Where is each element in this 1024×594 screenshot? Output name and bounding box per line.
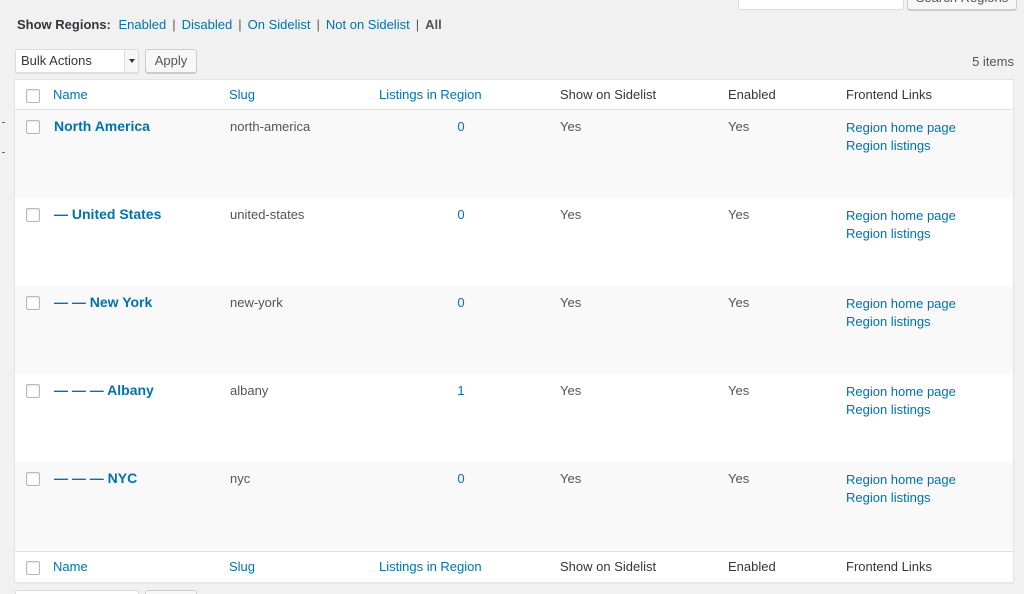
region-home-page-link[interactable]: Region home page <box>846 383 956 401</box>
filter-enabled-link[interactable]: Enabled <box>119 17 167 32</box>
region-name-link[interactable]: — — New York <box>54 294 152 310</box>
regions-admin-page: Search Regions Show Regions: Enabled | Dis… <box>0 0 1024 594</box>
frontend-links: Region home page Region listings <box>846 207 956 243</box>
apply-button[interactable]: Apply <box>145 49 197 73</box>
region-listings-link[interactable]: Region listings <box>846 225 956 243</box>
region-home-page-link[interactable]: Region home page <box>846 119 956 137</box>
region-enabled-value: Yes <box>728 295 750 310</box>
region-enabled-value: Yes <box>728 471 750 486</box>
frontend-links: Region home page Region listings <box>846 119 956 155</box>
column-slug-header[interactable]: Slug <box>229 87 255 102</box>
region-sidelist-value: Yes <box>560 295 582 310</box>
filter-not-on-sidelist-link[interactable]: Not on Sidelist <box>326 17 410 32</box>
row-checkbox[interactable] <box>26 296 40 310</box>
column-listings-footer[interactable]: Listings in Region <box>379 559 482 574</box>
region-listings-link[interactable]: Region listings <box>846 137 956 155</box>
filter-all-current: All <box>425 17 442 32</box>
region-sidelist-value: Yes <box>560 119 582 134</box>
apply-button-bottom[interactable] <box>145 590 197 594</box>
region-slug: north-america <box>230 119 311 134</box>
edge-mark <box>2 122 5 123</box>
row-checkbox[interactable] <box>26 472 40 486</box>
bulk-actions-selected: Bulk Actions <box>21 53 92 68</box>
column-enabled-footer: Enabled <box>728 559 776 574</box>
region-slug: nyc <box>230 471 251 486</box>
region-listings-count[interactable]: 0 <box>441 119 481 134</box>
select-all-checkbox-footer[interactable] <box>26 561 40 575</box>
row-checkbox[interactable] <box>26 120 40 134</box>
column-slug-footer[interactable]: Slug <box>229 559 255 574</box>
region-name-link[interactable]: — — — Albany <box>54 382 154 398</box>
bulk-actions-select-bottom[interactable] <box>15 590 139 594</box>
table-footer: Name Slug Listings in Region Show on Sid… <box>15 551 1013 581</box>
edge-mark <box>2 152 5 153</box>
regions-table: Name Slug Listings in Region Show on Sid… <box>14 79 1014 583</box>
region-filters: Show Regions: Enabled | Disabled | On Sideli… <box>17 17 442 32</box>
region-name-link[interactable]: — — — NYC <box>54 470 137 486</box>
column-links-header: Frontend Links <box>846 87 932 102</box>
frontend-links: Region home page Region listings <box>846 295 956 331</box>
region-slug: new-york <box>230 295 283 310</box>
filter-separator: | <box>415 17 420 32</box>
chevron-down-icon <box>124 50 138 72</box>
filter-separator: | <box>172 17 176 32</box>
frontend-links: Region home page Region listings <box>846 383 956 419</box>
region-name-link[interactable]: North America <box>54 118 150 134</box>
column-name-footer[interactable]: Name <box>53 559 88 574</box>
region-listings-link[interactable]: Region listings <box>846 489 956 507</box>
region-sidelist-value: Yes <box>560 471 582 486</box>
region-listings-count[interactable]: 0 <box>441 471 481 486</box>
frontend-links: Region home page Region listings <box>846 471 956 507</box>
region-sidelist-value: Yes <box>560 207 582 222</box>
column-sidelist-footer: Show on Sidelist <box>560 559 657 574</box>
items-count: 5 items <box>972 54 1014 69</box>
bulk-actions-select[interactable]: Bulk Actions <box>15 49 139 73</box>
region-listings-count[interactable]: 0 <box>441 207 481 222</box>
column-name-header[interactable]: Name <box>53 87 88 102</box>
region-home-page-link[interactable]: Region home page <box>846 207 956 225</box>
region-listings-link[interactable]: Region listings <box>846 401 956 419</box>
region-home-page-link[interactable]: Region home page <box>846 295 956 313</box>
region-name-link[interactable]: — United States <box>54 206 161 222</box>
region-sidelist-value: Yes <box>560 383 582 398</box>
table-row: — United States united-states 0 Yes Yes … <box>15 198 1013 286</box>
column-listings-header[interactable]: Listings in Region <box>379 87 482 102</box>
region-enabled-value: Yes <box>728 207 750 222</box>
region-listings-count[interactable]: 1 <box>441 383 481 398</box>
region-home-page-link[interactable]: Region home page <box>846 471 956 489</box>
filter-label: Show Regions: <box>17 17 111 32</box>
row-checkbox[interactable] <box>26 208 40 222</box>
table-row: — — — NYC nyc 0 Yes Yes Region home page… <box>15 462 1013 550</box>
row-checkbox[interactable] <box>26 384 40 398</box>
search-regions-button[interactable]: Search Regions <box>907 0 1017 10</box>
region-listings-link[interactable]: Region listings <box>846 313 956 331</box>
region-enabled-value: Yes <box>728 383 750 398</box>
table-row: — — — Albany albany 1 Yes Yes Region hom… <box>15 374 1013 462</box>
filter-on-sidelist-link[interactable]: On Sidelist <box>248 17 311 32</box>
table-header: Name Slug Listings in Region Show on Sid… <box>15 80 1013 110</box>
column-links-footer: Frontend Links <box>846 559 932 574</box>
filter-separator: | <box>316 17 320 32</box>
region-listings-count[interactable]: 0 <box>441 295 481 310</box>
region-slug: united-states <box>230 207 305 222</box>
table-row: North America north-america 0 Yes Yes Re… <box>15 110 1013 198</box>
search-input[interactable] <box>738 0 904 10</box>
region-slug: albany <box>230 383 269 398</box>
table-row: — — New York new-york 0 Yes Yes Region h… <box>15 286 1013 374</box>
column-enabled-header: Enabled <box>728 87 776 102</box>
select-all-checkbox[interactable] <box>26 89 40 103</box>
column-sidelist-header: Show on Sidelist <box>560 87 657 102</box>
region-enabled-value: Yes <box>728 119 750 134</box>
filter-disabled-link[interactable]: Disabled <box>182 17 233 32</box>
filter-separator: | <box>238 17 242 32</box>
